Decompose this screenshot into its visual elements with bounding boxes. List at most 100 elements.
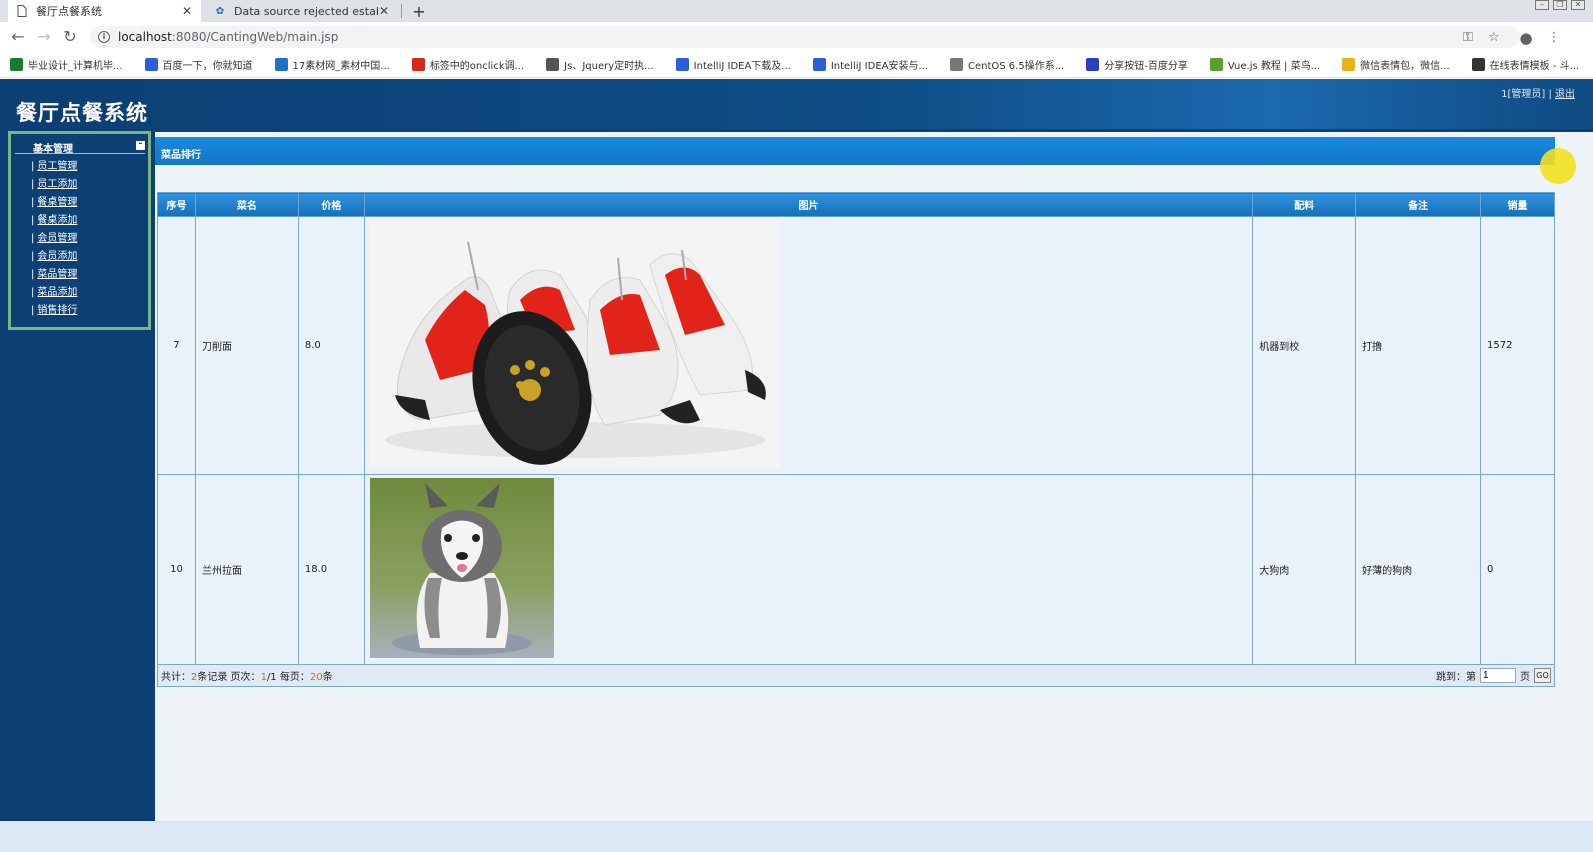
cell-name: 兰州拉面 bbox=[194, 474, 299, 665]
runoob-icon bbox=[1209, 58, 1223, 71]
close-icon[interactable]: ✕ bbox=[378, 4, 390, 18]
table-row: 7 刀削面 8.0 机器到校 打撸 1572 bbox=[157, 216, 1555, 475]
separator: | bbox=[1548, 89, 1552, 100]
menu-bar-mark: | bbox=[31, 179, 35, 190]
sidebar-item-label[interactable]: 员工添加 bbox=[37, 179, 77, 190]
sidebar-item-table-manage[interactable]: | 餐桌管理 bbox=[31, 193, 77, 208]
new-tab-button[interactable]: + bbox=[408, 0, 430, 22]
url-field[interactable]: i localhost:8080/CantingWeb/main.jsp bbox=[90, 26, 1520, 48]
sidebar-item-staff-manage[interactable]: | 员工管理 bbox=[31, 157, 77, 172]
bookmark-item[interactable]: 在线表情模板 - 斗... bbox=[1471, 57, 1579, 72]
sidebar-item-member-manage[interactable]: | 会员管理 bbox=[31, 229, 77, 244]
bookmark-label: 百度一下，你就知道 bbox=[162, 61, 253, 72]
bookmark-label: 17素材网_素材中国... bbox=[292, 61, 390, 72]
bookmarks-bar: 毕业设计_计算机毕... 百度一下，你就知道 17素材网_素材中国... 标签中的on… bbox=[0, 52, 1593, 78]
table-header-row: 序号 菜名 价格 图片 配料 备注 销量 bbox=[157, 192, 1555, 217]
pager-row: 共计：2条记录 页次：1/1 每页：20条 跳到：第 页 GO bbox=[157, 664, 1555, 687]
star-icon[interactable]: ☆ bbox=[1486, 30, 1502, 46]
bookmark-item[interactable]: IntelliJ IDEA下载及... bbox=[675, 57, 791, 72]
bookmark-item[interactable]: IntelliJ IDEA安装与... bbox=[812, 57, 929, 72]
tab-data-source[interactable]: ✿ Data source rejected establish ✕ bbox=[206, 0, 398, 22]
menu-bar-mark: | bbox=[31, 251, 35, 262]
pager-cell: 共计：2条记录 页次：1/1 每页：20条 跳到：第 页 GO bbox=[157, 664, 1555, 687]
back-arrow-icon[interactable]: ← bbox=[9, 28, 27, 46]
tab-canting[interactable]: 餐厅点餐系统 ✕ bbox=[8, 0, 201, 22]
sucai-icon bbox=[274, 58, 288, 71]
baidu-paw-icon bbox=[812, 58, 826, 71]
restore-icon[interactable]: ❐ bbox=[1553, 0, 1567, 10]
cell-sales: 0 bbox=[1480, 474, 1555, 665]
bookmark-flag-icon bbox=[10, 58, 23, 71]
baidu-paw-icon bbox=[144, 58, 158, 71]
sidebar-item-label[interactable]: 会员添加 bbox=[37, 251, 77, 262]
sidebar-item-member-add[interactable]: | 会员添加 bbox=[31, 247, 77, 262]
pager-summary: 共计：2条记录 页次：1/1 每页：20条 bbox=[161, 672, 333, 683]
key-icon[interactable]: ⚿ bbox=[1460, 30, 1476, 46]
cursor-highlight bbox=[1540, 148, 1576, 184]
bookmark-item[interactable]: Vue.js 教程 | 菜鸟... bbox=[1209, 57, 1320, 72]
sidebar-item-label[interactable]: 菜品管理 bbox=[37, 269, 77, 280]
column-header: 备注 bbox=[1355, 192, 1481, 217]
cell-note: 好薄的狗肉 bbox=[1355, 474, 1481, 665]
bookmark-item[interactable]: 毕业设计_计算机毕... bbox=[10, 57, 123, 72]
sidebar-item-table-add[interactable]: | 餐桌添加 bbox=[31, 211, 77, 226]
bookmark-item[interactable]: 17素材网_素材中国... bbox=[274, 57, 390, 72]
baidu-paw-icon: ✿ bbox=[215, 5, 225, 17]
sidebar-item-dish-manage[interactable]: | 菜品管理 bbox=[31, 265, 77, 280]
bookmark-label: 标签中的onclick调... bbox=[429, 61, 525, 72]
sidebar-item-label[interactable]: 餐桌管理 bbox=[37, 197, 77, 208]
sidebar-item-label[interactable]: 菜品添加 bbox=[37, 287, 77, 298]
app-frame: 餐厅点餐系统 1[管理员] | 退出 基本管理 - | 员工管理 | 员工添加 | 餐桌管… bbox=[0, 79, 1593, 852]
cell-note: 打撸 bbox=[1355, 216, 1481, 475]
sidebar-item-staff-add[interactable]: | 员工添加 bbox=[31, 175, 77, 190]
panel-header: 菜品排行 bbox=[155, 137, 1555, 165]
window-close-icon[interactable]: ✕ bbox=[1571, 0, 1585, 10]
sidebar-item-dish-add[interactable]: | 菜品添加 bbox=[31, 283, 77, 298]
per-page: 20 bbox=[309, 672, 323, 683]
current-user: 1[管理员] bbox=[1501, 89, 1546, 100]
profile-icon[interactable]: ● bbox=[1518, 30, 1534, 46]
sidebar-item-sales-ranking[interactable]: | 销售排行 bbox=[31, 301, 77, 316]
user-bar: 1[管理员] | 退出 bbox=[1501, 85, 1575, 100]
column-header: 序号 bbox=[157, 192, 196, 217]
panel-title: 菜品排行 bbox=[161, 150, 201, 161]
dish-ranking-table: 序号 菜名 价格 图片 配料 备注 销量 7 刀削面 8.0 机器到校 打撸 1… bbox=[157, 192, 1555, 687]
bookmark-item[interactable]: Js、Jquery定时执... bbox=[546, 57, 654, 72]
minimize-icon[interactable]: – bbox=[1535, 0, 1549, 10]
close-icon[interactable]: ✕ bbox=[181, 4, 193, 18]
bookmark-item[interactable]: 百度一下，你就知道 bbox=[144, 57, 253, 72]
menu-group-title: 基本管理 bbox=[33, 144, 73, 155]
window-controls: – ❐ ✕ bbox=[1535, 0, 1585, 12]
main-content: 菜品排行 序号 菜名 价格 图片 配料 备注 销量 7 刀削面 8.0 机器到校… bbox=[155, 132, 1593, 822]
info-icon: i bbox=[98, 31, 110, 43]
forward-arrow-icon[interactable]: → bbox=[35, 28, 53, 46]
sidebar-item-label[interactable]: 餐桌添加 bbox=[37, 215, 77, 226]
sidebar-item-label[interactable]: 销售排行 bbox=[37, 305, 77, 316]
go-button[interactable]: GO bbox=[1534, 668, 1551, 683]
bookmark-label: 毕业设计_计算机毕... bbox=[28, 61, 123, 72]
bookmark-item[interactable]: CentOS 6.5操作系... bbox=[950, 57, 1064, 72]
page-icon bbox=[950, 58, 964, 71]
cell-sales: 1572 bbox=[1480, 216, 1555, 475]
bookmark-item[interactable]: 微信表情包，微信... bbox=[1342, 57, 1450, 72]
logout-link[interactable]: 退出 bbox=[1555, 89, 1575, 100]
menu-dots-icon[interactable]: ⋮ bbox=[1546, 30, 1562, 46]
jump-label: 跳到：第 bbox=[1436, 672, 1476, 683]
address-bar-row: ← → ↻ i localhost:8080/CantingWeb/main.j… bbox=[0, 22, 1593, 52]
menu-group-header[interactable]: 基本管理 - bbox=[15, 138, 145, 155]
menu-bar-mark: | bbox=[31, 305, 35, 316]
reload-icon[interactable]: ↻ bbox=[61, 28, 79, 46]
bookmark-item[interactable]: 标签中的onclick调... bbox=[411, 57, 525, 72]
page-icon bbox=[16, 5, 28, 17]
sidebar-menu: 基本管理 - | 员工管理 | 员工添加 | 餐桌管理 | 餐桌添加 | 会员管理 | 会员添加 | 菜品… bbox=[8, 131, 151, 330]
sidebar-item-label[interactable]: 员工管理 bbox=[37, 161, 77, 172]
column-header: 菜名 bbox=[194, 192, 299, 217]
collapse-icon[interactable]: - bbox=[136, 140, 145, 150]
url-text: localhost:8080/CantingWeb/main.jsp bbox=[118, 30, 339, 44]
sidebar-item-label[interactable]: 会员管理 bbox=[37, 233, 77, 244]
bookmark-item[interactable]: 分享按钮-百度分享 bbox=[1086, 57, 1188, 72]
page-jump-input[interactable] bbox=[1480, 668, 1516, 683]
menu-bar-mark: | bbox=[31, 287, 35, 298]
cell-id: 10 bbox=[157, 474, 196, 665]
bookmark-label: IntelliJ IDEA安装与... bbox=[830, 61, 929, 72]
